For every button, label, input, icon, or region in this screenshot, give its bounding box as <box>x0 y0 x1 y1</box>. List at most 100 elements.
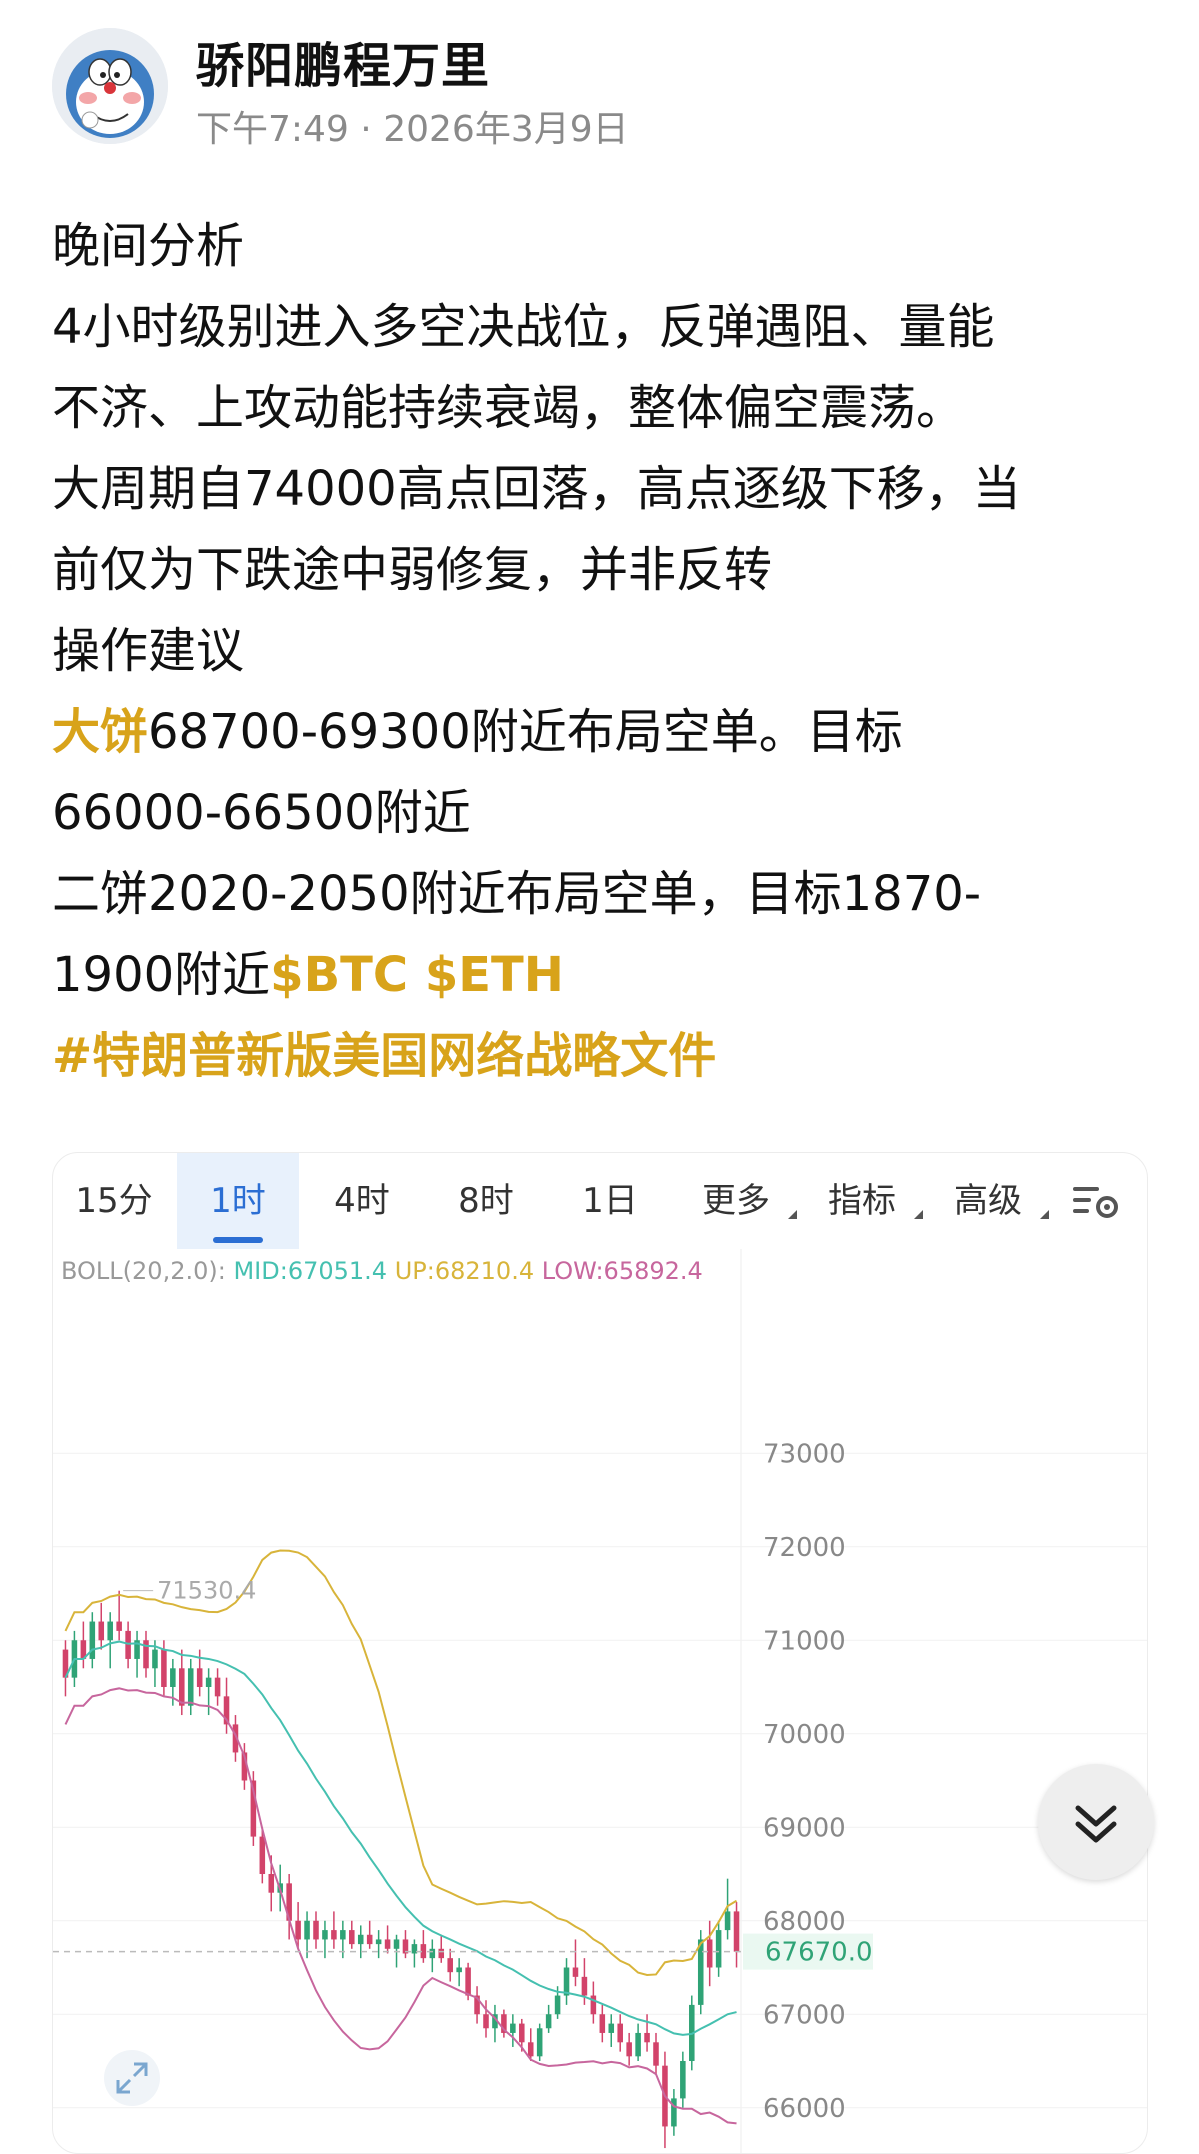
tab-label: 4时 <box>334 1181 390 1221</box>
post-line: 晚间分析 <box>52 218 245 274</box>
candle-body <box>375 1939 382 1945</box>
tab-label: 1时 <box>210 1181 266 1221</box>
chart-settings-icon[interactable] <box>1067 1173 1127 1229</box>
doraemon-avatar-image <box>52 28 168 144</box>
post-line: 4小时级别进入多空决战位，反弹遇阻、量能 <box>52 299 995 355</box>
last-price-tag: 67670.0 <box>765 1938 873 1968</box>
candle-body <box>456 1967 462 1973</box>
author-name[interactable]: 骄阳鹏程万里 <box>196 26 490 96</box>
candle-body <box>331 1930 337 1940</box>
post-line: 前仅为下跌途中弱修复，并非反转 <box>52 542 773 598</box>
candle-body <box>617 2023 623 2043</box>
y-tick-label: 66000 <box>763 2094 846 2124</box>
dropdown-triangle-icon <box>788 1210 797 1219</box>
post-line: 不济、上攻动能持续衰竭，整体偏空震荡。 <box>52 380 965 436</box>
post-line: 大周期自74000高点回落，高点逐级下移，当 <box>52 461 1021 517</box>
candle-body <box>161 1649 167 1687</box>
chart-card: 15分 1时 4时 8时 1日 更多 指标 高级 BOLL(20,2.0): M… <box>52 1152 1148 2154</box>
candle-body <box>510 2023 516 2033</box>
double-chevron-down-icon <box>1075 1805 1117 1843</box>
hashtag-link[interactable]: #特朗普新版美国网络战略文件 <box>52 1028 716 1084</box>
candle-body <box>89 1621 96 1659</box>
tab-label: 更多 <box>702 1181 770 1221</box>
candle-body <box>393 1939 400 1949</box>
post-line-text: 68700-69300附近布局空单。目标 <box>148 704 903 760</box>
cashtag-links[interactable]: $BTC $ETH <box>270 947 564 1003</box>
candle-body <box>626 2042 632 2057</box>
candle-body <box>563 1967 570 1996</box>
candle-body <box>107 1621 113 1641</box>
expand-chart-button[interactable] <box>104 2050 160 2106</box>
btc-nickname-tag[interactable]: 大饼 <box>52 704 148 760</box>
boll-lower-band <box>64 1687 737 2125</box>
candle-body <box>724 1911 731 1931</box>
tab-label: 15分 <box>75 1181 153 1221</box>
author-avatar[interactable] <box>52 28 168 144</box>
post-line: 66000-66500附近 <box>52 785 471 841</box>
candle-body <box>536 2028 543 2057</box>
y-tick-label: 69000 <box>763 1813 846 1843</box>
candle-body <box>527 2042 534 2057</box>
candle-body <box>465 1967 471 1996</box>
candle-body <box>545 2014 552 2029</box>
tab-more[interactable]: 更多 <box>673 1153 799 1249</box>
tab-1h[interactable]: 1时 <box>177 1153 299 1249</box>
post-line: 操作建议 <box>52 623 245 679</box>
candle-body <box>715 1930 722 1968</box>
post-time: 下午7:49 <box>196 109 349 150</box>
candle-body <box>483 2014 489 2029</box>
tab-indicators[interactable]: 指标 <box>799 1153 925 1249</box>
tab-label: 8时 <box>458 1181 514 1221</box>
candle-body <box>349 1930 355 1945</box>
high-price-label: 71530.4 <box>157 1577 256 1605</box>
candle-body <box>680 2061 686 2099</box>
boll-upper-band <box>64 1549 738 1976</box>
candle-body <box>599 2014 606 2033</box>
post-line: 二饼2020-2050附近布局空单，目标1870- <box>52 866 982 922</box>
candle-body <box>590 1995 597 2015</box>
post-body: 晚间分析 4小时级别进入多空决战位，反弹遇阻、量能 不济、上攻动能持续衰竭，整体… <box>52 206 1162 1097</box>
post-line: 大饼68700-69300附近布局空单。目标 <box>52 692 1162 773</box>
candle-body <box>259 1836 266 1874</box>
post-timestamp: 下午7:49 · 2026年3月9日 <box>196 100 629 152</box>
expand-arrows-icon <box>116 2062 148 2094</box>
candle-body <box>304 1920 310 1940</box>
tab-15m[interactable]: 15分 <box>53 1153 175 1249</box>
post-line: #特朗普新版美国网络战略文件 <box>52 1016 1162 1097</box>
tab-advanced[interactable]: 高级 <box>925 1153 1051 1249</box>
candle-body <box>554 1995 561 2015</box>
active-tab-indicator <box>213 1237 263 1243</box>
candle-body <box>125 1630 131 1659</box>
tab-label: 高级 <box>954 1181 1022 1221</box>
tab-1d[interactable]: 1日 <box>549 1153 671 1249</box>
candle-body <box>214 1677 221 1697</box>
candle-body <box>313 1920 319 1940</box>
y-tick-label: 67000 <box>763 2000 846 2030</box>
candle-body <box>152 1649 158 1669</box>
candle-body <box>653 2042 659 2066</box>
candle-body <box>733 1911 740 1952</box>
candle-body <box>196 1668 203 1687</box>
candle-body <box>384 1939 391 1949</box>
tab-8h[interactable]: 8时 <box>425 1153 547 1249</box>
meta-separator: · <box>360 109 372 150</box>
boll-mid-band <box>64 1640 737 2036</box>
timeframe-tabs: 15分 1时 4时 8时 1日 更多 指标 高级 <box>53 1153 1147 1249</box>
y-tick-label: 72000 <box>763 1533 846 1563</box>
candle-body <box>116 1621 122 1631</box>
y-tick-label: 68000 <box>763 1907 846 1937</box>
candle-body <box>519 2023 525 2043</box>
candle-body <box>187 1668 194 1706</box>
scroll-down-button[interactable] <box>1038 1764 1154 1880</box>
tab-4h[interactable]: 4时 <box>301 1153 423 1249</box>
candlestick-chart[interactable]: 73000 72000 71000 70000 69000 68000 67000 66000… <box>53 1249 1147 2153</box>
candle-body <box>429 1948 436 1959</box>
post-date: 2026年3月9日 <box>383 109 629 150</box>
candle-body <box>295 1920 301 1940</box>
candle-body <box>366 1934 373 1945</box>
candle-body <box>98 1621 105 1641</box>
candle-body <box>357 1934 364 1945</box>
dropdown-triangle-icon <box>1040 1210 1049 1219</box>
candle-body <box>635 2032 641 2057</box>
candle-body <box>706 1939 713 1968</box>
